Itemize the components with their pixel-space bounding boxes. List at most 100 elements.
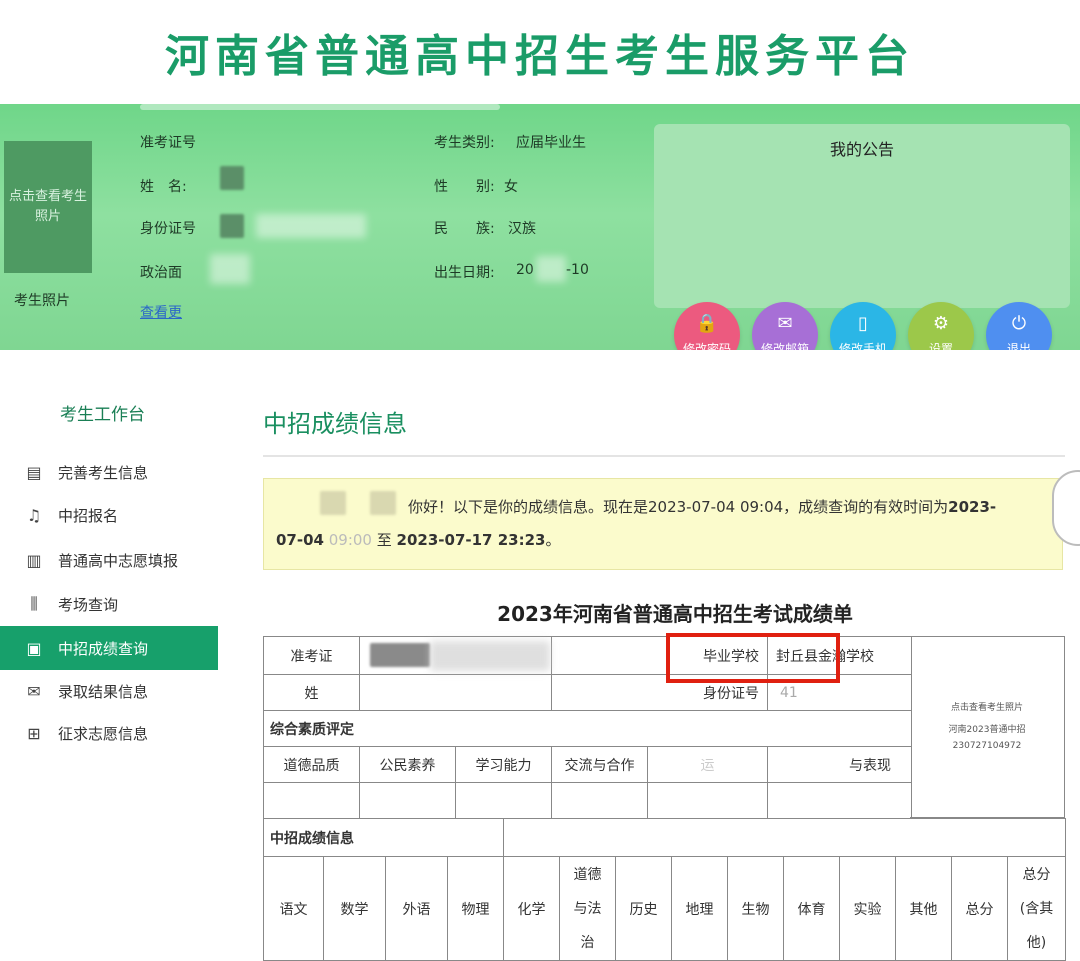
sidebar-title: 考生工作台 [60, 405, 145, 425]
quality-value-2 [359, 782, 456, 819]
table-row [263, 782, 912, 819]
quality-value-5 [647, 782, 768, 819]
exam-no-redaction [370, 643, 430, 667]
score-col-line: 道德 [573, 866, 602, 883]
notice-panel: 我的公告 [654, 124, 1070, 308]
power-icon: ⏻ [1011, 312, 1027, 334]
ethnicity-label: 民 族: [434, 221, 495, 237]
sidebar-item-solicit[interactable]: ⊞ 征求志愿信息 [0, 711, 218, 755]
quality-col-4: 交流与合作 [551, 746, 648, 783]
change-password-button[interactable]: 🔒 修改密码 [674, 302, 740, 350]
id-card-icon: ▤ [26, 462, 42, 482]
birth-value-end: -10 [566, 262, 589, 278]
score-col-other: 其他 [895, 856, 952, 961]
envelope-icon: ✉ [27, 681, 41, 701]
score-col-chinese: 语文 [263, 856, 324, 961]
score-col-line: 总分 [1022, 866, 1051, 883]
score-col-line: 治 [580, 934, 595, 951]
site-title: 河南省普通高中招生考生服务平台 [165, 31, 915, 82]
category-value: 应届毕业生 [516, 135, 586, 151]
score-col-pe: 体育 [783, 856, 840, 961]
political-label: 政治面 [140, 265, 182, 281]
name-label: 姓 [263, 674, 360, 711]
scores-table: 中招成绩信息 语文 数学 外语 物理 化学 道德 与法治 历史 地理 生物 体育 … [263, 818, 1067, 961]
view-more-link[interactable]: 查看更 [140, 302, 182, 322]
report-photo-cell[interactable]: 点击查看考生照片 河南2023普通中招 230727104972 [910, 636, 1065, 818]
exam-no-label: 准考证号 [140, 135, 196, 151]
score-col-math: 数学 [323, 856, 386, 961]
score-message: 你好！以下是你的成绩信息。现在是2023-07-04 09:04，成绩查询的有效… [263, 478, 1063, 570]
report-title: 2023年河南省普通高中招生考试成绩单 [497, 602, 853, 626]
student-photo-button[interactable]: 点击查看考生照片 [4, 141, 92, 273]
birth-label: 出生日期: [434, 265, 495, 281]
score-col-physics: 物理 [447, 856, 504, 961]
score-col-total: 总分 [951, 856, 1008, 961]
table-row: 综合素质评定 [263, 710, 912, 747]
title-divider [263, 455, 1065, 457]
message-end-date: 2023-07-17 23:23 [396, 531, 546, 549]
sidebar-item-complete-info[interactable]: ▤ 完善考生信息 [0, 450, 218, 494]
report-photo-line3: 230727104972 [952, 741, 1022, 751]
sidebar-item-label: 中招报名 [58, 506, 119, 525]
score-col-biology: 生物 [727, 856, 784, 961]
message-line-2: 07-04 09:00 至 2023-07-17 23:23。 [276, 524, 1050, 557]
sidebar-item-label: 征求志愿信息 [58, 724, 149, 743]
scroll-handle[interactable] [1052, 470, 1080, 546]
gear-icon: ⚙ [932, 312, 950, 334]
message-end: 。 [545, 531, 561, 549]
logout-label: 退出 [1006, 341, 1031, 351]
birth-redaction [536, 256, 566, 282]
building-icon: ▥ [26, 550, 42, 570]
school-highlight-box [666, 633, 840, 683]
score-col-line: 他) [1026, 934, 1047, 951]
score-col-geography: 地理 [671, 856, 728, 961]
sidebar-item-label: 中招成绩查询 [58, 639, 149, 658]
name-value [359, 674, 552, 711]
table-row: 道德品质 公民素养 学习能力 交流与合作 运 与表现 [263, 746, 912, 783]
gender-label: 性 别: [434, 179, 495, 195]
exam-no-blur [430, 641, 550, 671]
form-add-icon: ⊞ [27, 723, 41, 743]
id-redaction-1 [220, 214, 244, 238]
quality-col-5: 运 [647, 746, 768, 783]
settings-button[interactable]: ⚙ 设置 [908, 302, 974, 350]
sidebar-item-label: 完善考生信息 [58, 463, 149, 482]
message-start-date-b: 07-04 [276, 531, 324, 549]
profile-banner: 点击查看考生照片 考生照片 准考证号 姓 名: 身份证号 政治面 查看更 考生类… [0, 104, 1080, 350]
notice-title: 我的公告 [829, 140, 894, 159]
sidebar-item-registration[interactable]: ♫ 中招报名 [0, 493, 218, 537]
report-photo-prompt: 点击查看考生照片 [950, 703, 1023, 713]
greeting-name-redaction-1 [320, 491, 346, 515]
page-title: 中招成绩信息 [263, 410, 407, 438]
message-start-time: 09:00 [323, 531, 372, 549]
score-doc-icon: ▣ [26, 638, 42, 658]
sidebar-item-label: 普通高中志愿填报 [58, 551, 179, 570]
change-password-label: 修改密码 [682, 341, 731, 351]
score-col-experiment: 实验 [839, 856, 896, 961]
message-greeting: 你好！以下是你的成绩信息。现在是2023-07-04 09:04，成绩查询的有效… [408, 498, 949, 516]
table-row: 中招成绩信息 [263, 818, 1067, 857]
quality-col-3: 学习能力 [455, 746, 552, 783]
quality-value-3 [455, 782, 552, 819]
message-start-date-a: 2023- [948, 498, 997, 516]
sidebar-item-admission[interactable]: ✉ 录取结果信息 [0, 669, 218, 713]
change-email-button[interactable]: ✉ 修改邮箱 [752, 302, 818, 350]
sidebar-item-preferences[interactable]: ▥ 普通高中志愿填报 [0, 538, 218, 582]
lock-icon: 🔒 [695, 312, 719, 334]
change-phone-label: 修改手机 [838, 341, 887, 351]
logout-button[interactable]: ⏻ 退出 [986, 302, 1052, 350]
score-col-morality-law: 道德 与法治 [559, 856, 616, 961]
id-redaction-2 [256, 214, 366, 238]
birth-value-start: 20 [516, 262, 534, 278]
table-row: 语文 数学 外语 物理 化学 道德 与法治 历史 地理 生物 体育 实验 其他 总… [263, 856, 1067, 961]
score-col-chemistry: 化学 [503, 856, 560, 961]
exam-no-value [359, 636, 552, 675]
sidebar-item-label: 录取结果信息 [58, 682, 149, 701]
sidebar-item-score-query[interactable]: ▣ 中招成绩查询 [0, 626, 218, 670]
political-redaction [210, 254, 250, 284]
id-no-label: 身份证号 [140, 221, 196, 237]
message-connector: 至 [371, 531, 397, 549]
ethnicity-value: 汉族 [508, 221, 536, 237]
quality-section-label: 综合素质评定 [263, 710, 912, 747]
change-phone-button[interactable]: ▯ 修改手机 [830, 302, 896, 350]
